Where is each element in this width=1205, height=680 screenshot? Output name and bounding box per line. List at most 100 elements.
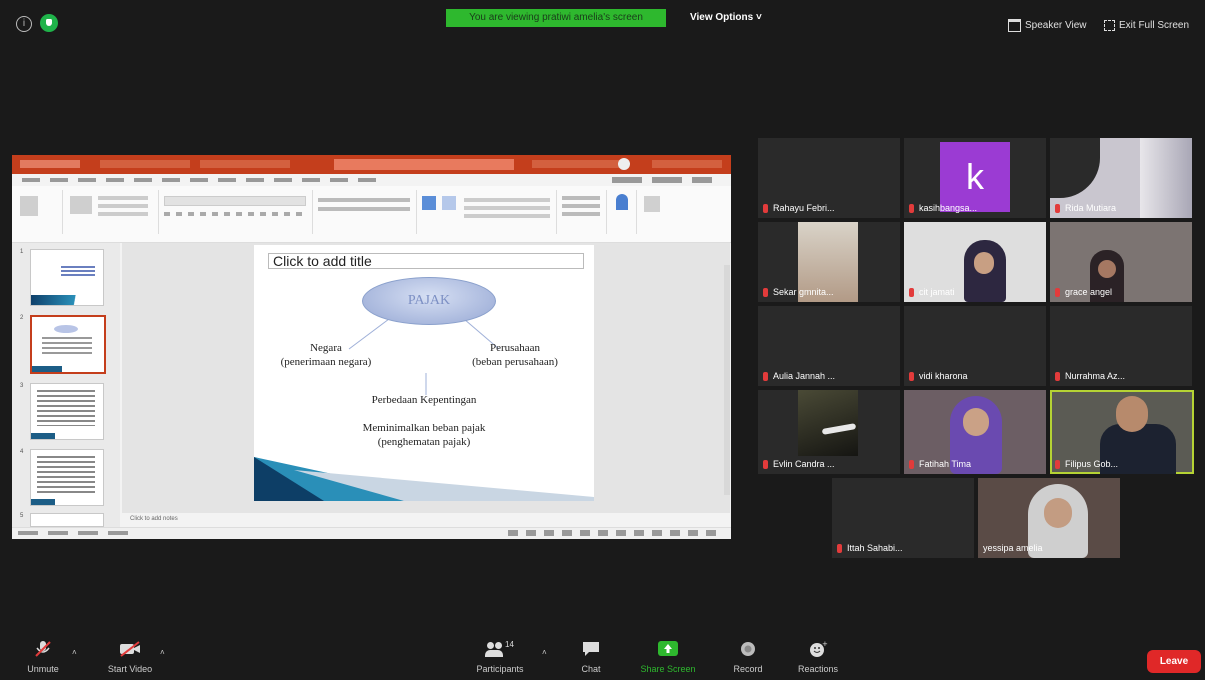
muted-microphone-icon (35, 641, 51, 657)
chat-label: Chat (581, 664, 601, 674)
record-button[interactable]: Record (713, 640, 783, 674)
participant-tile[interactable]: grace angel (1050, 222, 1192, 302)
share-screen-button[interactable]: Share Screen (633, 640, 703, 674)
participant-tile[interactable]: Nurrahma Az... (1050, 306, 1192, 386)
pajak-oval: PAJAK (362, 277, 496, 325)
meminimalkan-label: Meminimalkan beban pajak (362, 422, 486, 434)
negara-label: Negara (310, 342, 342, 354)
start-video-label: Start Video (107, 664, 153, 674)
start-video-button[interactable]: Start Video (95, 640, 165, 674)
participant-tile-active-speaker[interactable]: Filipus Gob... (1050, 390, 1194, 474)
exit-full-screen-button[interactable]: Exit Full Screen (1100, 18, 1193, 34)
viewing-banner: You are viewing pratiwi amelia's screen (446, 9, 666, 27)
muted-mic-icon (763, 204, 768, 214)
participant-name: Evlin Candra ... (763, 458, 835, 470)
muted-mic-icon (763, 460, 768, 470)
participant-tile[interactable]: k kasihbangsa... (904, 138, 1046, 218)
participant-name: Fatihah Tima (909, 458, 971, 470)
muted-mic-icon (837, 544, 842, 554)
participant-tile[interactable]: vidi kharona (904, 306, 1046, 386)
perusahaan-label: Perusahaan (489, 342, 541, 354)
participant-name: vidi kharona (909, 370, 968, 382)
top-bar: i You are viewing pratiwi amelia's scree… (0, 0, 1205, 40)
participant-tile[interactable]: Aulia Jannah ... (758, 306, 900, 386)
unmute-button[interactable]: Unmute (8, 640, 78, 674)
notes-pane[interactable]: Click to add notes (122, 513, 730, 527)
participants-icon: 14 (483, 640, 517, 658)
participant-tile[interactable]: yessipa amelia (978, 478, 1120, 558)
participant-tile[interactable]: Ittah Sahabi... (832, 478, 974, 558)
current-slide: Click to add title PAJAK Negara (penerim… (254, 245, 594, 501)
participant-tile[interactable]: cit jamati (904, 222, 1046, 302)
svg-text:+: + (822, 640, 828, 648)
ppt-status-bar (12, 527, 731, 539)
perusahaan-sub-label: (beban perusahaan) (472, 356, 558, 368)
muted-mic-icon (763, 288, 768, 298)
share-screen-label: Share Screen (640, 664, 696, 674)
participant-face (963, 408, 989, 436)
participant-face (974, 252, 994, 274)
reactions-button[interactable]: + Reactions (783, 640, 853, 674)
slide-thumbnail[interactable] (30, 513, 104, 527)
video-options-chevron-icon[interactable]: ˄ (160, 648, 165, 657)
perusahaan-text: Perusahaan (beban perusahaan) (450, 341, 580, 369)
slide-thumbnail[interactable] (30, 249, 104, 306)
participant-face (1098, 260, 1116, 278)
grid-icon (1008, 18, 1021, 32)
participant-face (1044, 498, 1072, 528)
muted-mic-icon (909, 372, 914, 382)
pajak-oval-text: PAJAK (407, 293, 451, 308)
unmute-label: Unmute (27, 664, 59, 674)
chat-button[interactable]: Chat (556, 640, 626, 674)
ppt-search-box[interactable] (334, 159, 514, 170)
participant-name: Aulia Jannah ... (763, 370, 835, 382)
participant-face (1116, 396, 1148, 432)
slide-thumbnail[interactable] (30, 383, 104, 440)
meeting-toolbar: Unmute ˄ Start Video ˄ 14 Participants ˄… (0, 632, 1205, 680)
participants-chevron-icon[interactable]: ˄ (542, 648, 547, 657)
vertical-scrollbar[interactable] (724, 265, 730, 495)
participant-name: yessipa amelia (983, 543, 1043, 553)
view-options-button[interactable]: View Options ˅ (690, 12, 762, 23)
ppt-ribbon (12, 186, 731, 243)
participant-name: grace angel (1055, 286, 1112, 298)
muted-mic-icon (763, 372, 768, 382)
participant-name: Ittah Sahabi... (837, 542, 903, 554)
participant-video (798, 390, 858, 456)
participant-count: 14 (505, 640, 514, 649)
leave-button[interactable]: Leave (1147, 650, 1201, 673)
participant-name: Filipus Gob... (1055, 458, 1118, 470)
perbedaan-kepentingan-text: Perbedaan Kepentingan (371, 394, 477, 406)
participant-tile[interactable]: Fatihah Tima (904, 390, 1046, 474)
reactions-icon: + (810, 640, 828, 657)
negara-text: Negara (penerimaan negara) (264, 341, 388, 369)
penghematan-label: (penghematan pajak) (377, 436, 471, 448)
participant-video-background (1140, 138, 1192, 218)
ppt-ribbon-tabs (12, 174, 731, 186)
participant-name: Sekar gmnita... (763, 286, 834, 298)
notes-placeholder: Click to add notes (130, 516, 178, 522)
participants-button[interactable]: 14 Participants (465, 640, 535, 674)
speaker-view-label: Speaker View (1025, 20, 1087, 31)
video-off-icon (120, 641, 140, 657)
participant-tile[interactable]: Rida Mutiara (1050, 138, 1192, 218)
record-icon (741, 642, 755, 656)
participant-tile[interactable]: Evlin Candra ... (758, 390, 900, 474)
slide-thumbnails: 1 2 3 4 5 (12, 243, 120, 527)
participant-name: kasihbangsa... (909, 202, 977, 214)
exit-full-screen-label: Exit Full Screen (1119, 20, 1190, 31)
share-screen-icon (658, 641, 678, 656)
participants-label: Participants (476, 664, 524, 674)
slide-thumbnail-selected[interactable] (30, 315, 106, 374)
participant-tile[interactable]: Sekar gmnita... (758, 222, 900, 302)
meminimalkan-text: Meminimalkan beban pajak (penghematan pa… (314, 421, 534, 449)
info-icon[interactable]: i (16, 16, 32, 32)
muted-mic-icon (909, 204, 914, 214)
audio-options-chevron-icon[interactable]: ˄ (72, 648, 77, 657)
slide-thumbnail[interactable] (30, 449, 104, 506)
shield-icon[interactable] (40, 14, 58, 32)
muted-mic-icon (909, 460, 914, 470)
speaker-view-button[interactable]: Speaker View (1004, 18, 1091, 34)
muted-mic-icon (909, 288, 914, 298)
participant-tile[interactable]: Rahayu Febri... (758, 138, 900, 218)
